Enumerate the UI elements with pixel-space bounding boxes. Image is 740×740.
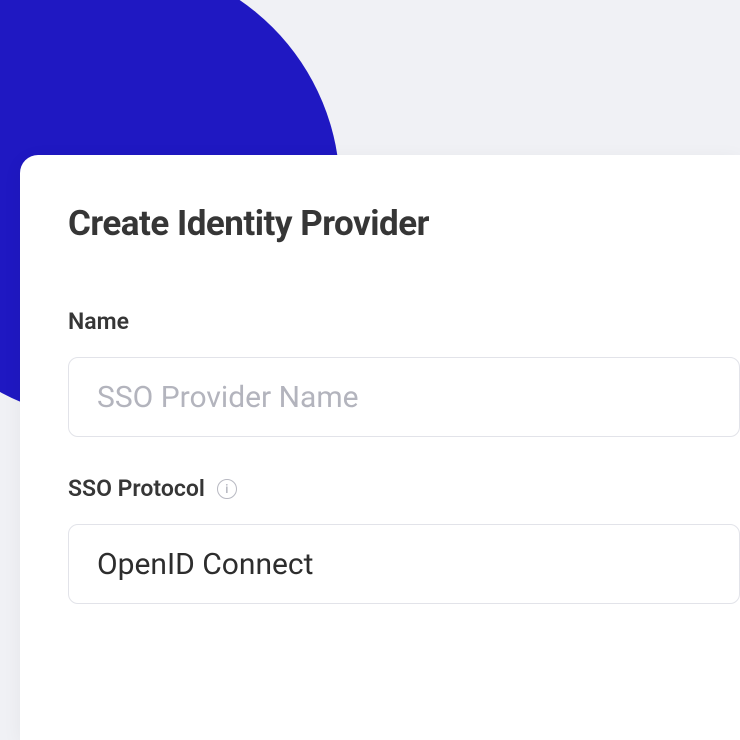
name-field-group: Name	[68, 308, 740, 437]
protocol-label-text: SSO Protocol	[68, 475, 205, 502]
info-icon[interactable]: i	[217, 479, 237, 499]
name-input[interactable]	[68, 357, 740, 437]
create-identity-provider-card: Create Identity Provider Name SSO Protoc…	[20, 155, 740, 740]
protocol-label: SSO Protocol i	[68, 475, 740, 502]
name-label-text: Name	[68, 308, 129, 335]
protocol-field-group: SSO Protocol i OpenID Connect	[68, 475, 740, 604]
name-label: Name	[68, 308, 740, 335]
protocol-select[interactable]: OpenID Connect	[68, 524, 740, 604]
page-title: Create Identity Provider	[68, 203, 740, 244]
protocol-selected-value: OpenID Connect	[97, 547, 313, 582]
